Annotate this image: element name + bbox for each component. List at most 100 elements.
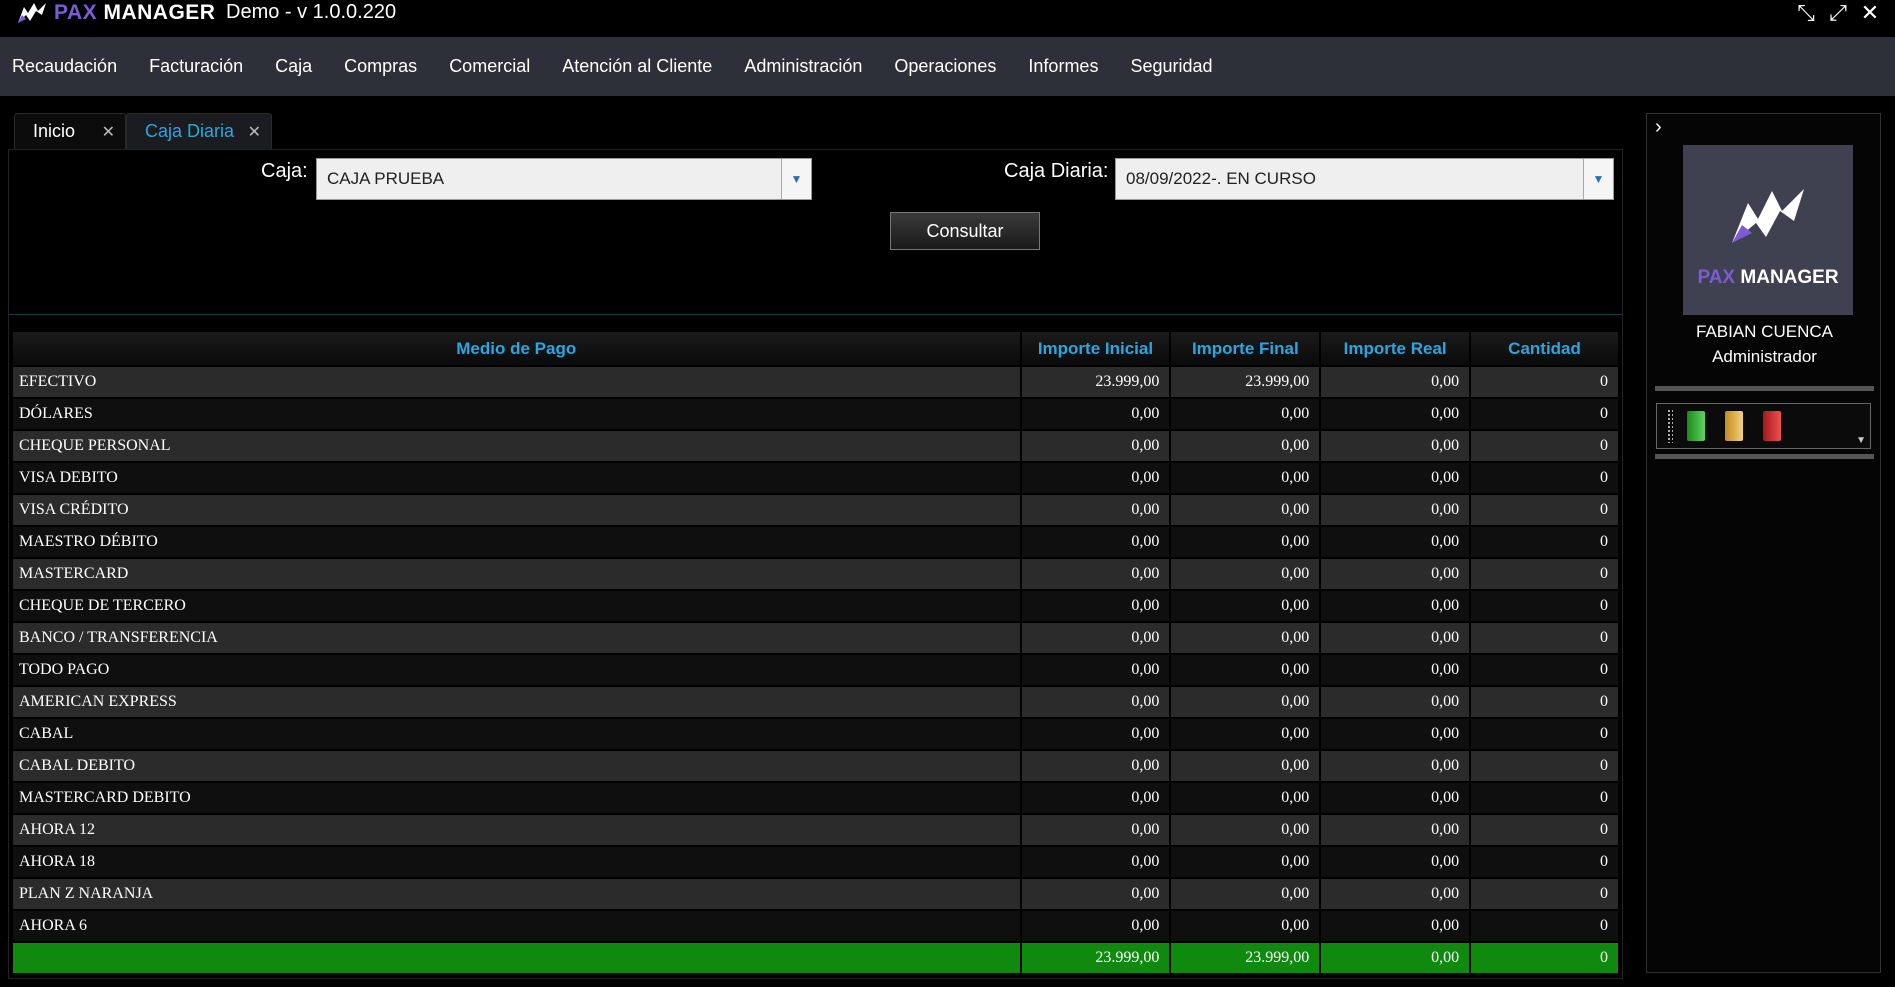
chevron-down-icon[interactable]: ▼ [781, 159, 811, 199]
menu-administracion[interactable]: Administración [744, 56, 862, 77]
column-header-importe-inicial[interactable]: Importe Inicial [1021, 332, 1170, 365]
table-row[interactable]: EFECTIVO 23.999,00 23.999,00 0,00 0 [13, 367, 1618, 397]
table-row[interactable]: TODO PAGO 0,00 0,00 0,00 0 [13, 655, 1618, 685]
cell-importe-final: 0,00 [1171, 815, 1320, 845]
table-row[interactable]: MASTERCARD 0,00 0,00 0,00 0 [13, 559, 1618, 589]
column-header-importe-real[interactable]: Importe Real [1321, 332, 1470, 365]
maximize-icon[interactable]: ⤢ [1827, 0, 1849, 25]
caja-select[interactable]: CAJA PRUEBA ▼ [316, 158, 812, 200]
user-name: FABIAN CUENCA [1696, 322, 1833, 341]
cell-name: PLAN Z NARANJA [13, 879, 1020, 909]
tab-label: Inicio [33, 121, 76, 141]
cell-importe-real: 0,00 [1321, 879, 1470, 909]
cell-cantidad: 0 [1471, 879, 1618, 909]
tab-label: Caja Diaria [145, 121, 235, 141]
chevron-down-icon[interactable]: ▼ [1583, 159, 1613, 199]
table-row[interactable]: CABAL 0,00 0,00 0,00 0 [13, 719, 1618, 749]
close-tab-icon[interactable]: ✕ [102, 122, 115, 142]
green-book-icon[interactable] [1687, 411, 1705, 441]
table-row[interactable]: MAESTRO DÉBITO 0,00 0,00 0,00 0 [13, 527, 1618, 557]
cell-name: CABAL [13, 719, 1020, 749]
column-header-medio-pago[interactable]: Medio de Pago [13, 332, 1020, 365]
close-tab-icon[interactable]: ✕ [248, 122, 261, 142]
table-row[interactable]: PLAN Z NARANJA 0,00 0,00 0,00 0 [13, 879, 1618, 909]
table-row[interactable]: DÓLARES 0,00 0,00 0,00 0 [13, 399, 1618, 429]
table-row[interactable]: CHEQUE DE TERCERO 0,00 0,00 0,00 0 [13, 591, 1618, 621]
chevron-down-icon[interactable]: ▼ [1856, 435, 1866, 446]
cell-importe-real: 0,00 [1321, 783, 1470, 813]
tab-caja-diaria[interactable]: Caja Diaria ✕ [126, 113, 272, 149]
cell-name: MASTERCARD [13, 559, 1020, 589]
cell-importe-final: 0,00 [1171, 399, 1320, 429]
menu-comercial[interactable]: Comercial [449, 56, 530, 77]
table-row[interactable]: VISA CRÉDITO 0,00 0,00 0,00 0 [13, 495, 1618, 525]
table-row[interactable]: AHORA 18 0,00 0,00 0,00 0 [13, 847, 1618, 877]
cell-cantidad: 0 [1471, 527, 1618, 557]
cell-cantidad: 0 [1471, 495, 1618, 525]
table-row[interactable]: AHORA 6 0,00 0,00 0,00 0 [13, 911, 1618, 941]
cell-importe-real: 0,00 [1321, 847, 1470, 877]
menu-seguridad[interactable]: Seguridad [1130, 56, 1212, 77]
caja-label: Caja: [261, 160, 308, 182]
cell-importe-inicial: 0,00 [1021, 655, 1170, 685]
cell-name: VISA CRÉDITO [13, 495, 1020, 525]
table-row[interactable]: AHORA 12 0,00 0,00 0,00 0 [13, 815, 1618, 845]
yellow-book-icon[interactable] [1725, 411, 1743, 441]
cell-cantidad: 0 [1471, 847, 1618, 877]
medios-pago-table: Medio de Pago Importe Inicial Importe Fi… [11, 330, 1620, 975]
cell-cantidad: 0 [1471, 783, 1618, 813]
consultar-button[interactable]: Consultar [890, 212, 1040, 250]
side-brand: PAX MANAGER [1697, 267, 1839, 288]
cell-importe-real: 0,00 [1321, 911, 1470, 941]
menu-facturacion[interactable]: Facturación [149, 56, 243, 77]
main-menu: Recaudación Facturación Caja Compras Com… [0, 37, 1895, 96]
caja-diaria-select[interactable]: 08/09/2022-. EN CURSO ▼ [1115, 158, 1614, 200]
cell-cantidad: 0 [1471, 815, 1618, 845]
restore-icon[interactable]: ⤡ [1795, 0, 1817, 25]
cell-name: MAESTRO DÉBITO [13, 527, 1020, 557]
cell-importe-real: 0,00 [1321, 751, 1470, 781]
column-header-importe-final[interactable]: Importe Final [1171, 332, 1320, 365]
cell-importe-final: 0,00 [1171, 847, 1320, 877]
cell-importe-real: 0,00 [1321, 431, 1470, 461]
cell-importe-final: 0,00 [1171, 495, 1320, 525]
cell-importe-final: 0,00 [1171, 783, 1320, 813]
total-cantidad: 0 [1471, 943, 1618, 973]
table-row[interactable]: AMERICAN EXPRESS 0,00 0,00 0,00 0 [13, 687, 1618, 717]
divider [1655, 454, 1874, 459]
table-row[interactable]: CHEQUE PERSONAL 0,00 0,00 0,00 0 [13, 431, 1618, 461]
menu-operaciones[interactable]: Operaciones [894, 56, 996, 77]
menu-recaudacion[interactable]: Recaudación [12, 56, 117, 77]
cell-importe-inicial: 0,00 [1021, 911, 1170, 941]
column-header-cantidad[interactable]: Cantidad [1471, 332, 1618, 365]
menu-informes[interactable]: Informes [1028, 56, 1098, 77]
drag-handle-icon[interactable] [1667, 409, 1673, 443]
cell-importe-real: 0,00 [1321, 527, 1470, 557]
cell-cantidad: 0 [1471, 367, 1618, 397]
cell-importe-inicial: 0,00 [1021, 751, 1170, 781]
menu-caja[interactable]: Caja [275, 56, 312, 77]
red-book-icon[interactable] [1763, 411, 1781, 441]
tab-strip: Inicio ✕ Caja Diaria ✕ [14, 113, 272, 149]
user-role: Administrador [1712, 347, 1817, 366]
menu-atencion-cliente[interactable]: Atención al Cliente [562, 56, 712, 77]
cell-cantidad: 0 [1471, 591, 1618, 621]
title-bar: PAX MANAGER Demo - v 1.0.0.220 ⤡ ⤢ ✕ [0, 0, 1895, 36]
tab-inicio[interactable]: Inicio ✕ [14, 113, 126, 149]
cell-importe-inicial: 0,00 [1021, 399, 1170, 429]
table-row[interactable]: CABAL DEBITO 0,00 0,00 0,00 0 [13, 751, 1618, 781]
cell-cantidad: 0 [1471, 431, 1618, 461]
cell-importe-final: 23.999,00 [1171, 367, 1320, 397]
menu-compras[interactable]: Compras [344, 56, 417, 77]
cell-cantidad: 0 [1471, 463, 1618, 493]
cell-importe-inicial: 0,00 [1021, 591, 1170, 621]
table-row[interactable]: BANCO / TRANSFERENCIA 0,00 0,00 0,00 0 [13, 623, 1618, 653]
table-row[interactable]: VISA DEBITO 0,00 0,00 0,00 0 [13, 463, 1618, 493]
table-row[interactable]: MASTERCARD DEBITO 0,00 0,00 0,00 0 [13, 783, 1618, 813]
close-icon[interactable]: ✕ [1859, 0, 1881, 25]
chevron-right-icon[interactable]: › [1655, 116, 1662, 139]
cell-name: AHORA 6 [13, 911, 1020, 941]
total-importe-real: 0,00 [1321, 943, 1470, 973]
cell-cantidad: 0 [1471, 911, 1618, 941]
cell-cantidad: 0 [1471, 655, 1618, 685]
